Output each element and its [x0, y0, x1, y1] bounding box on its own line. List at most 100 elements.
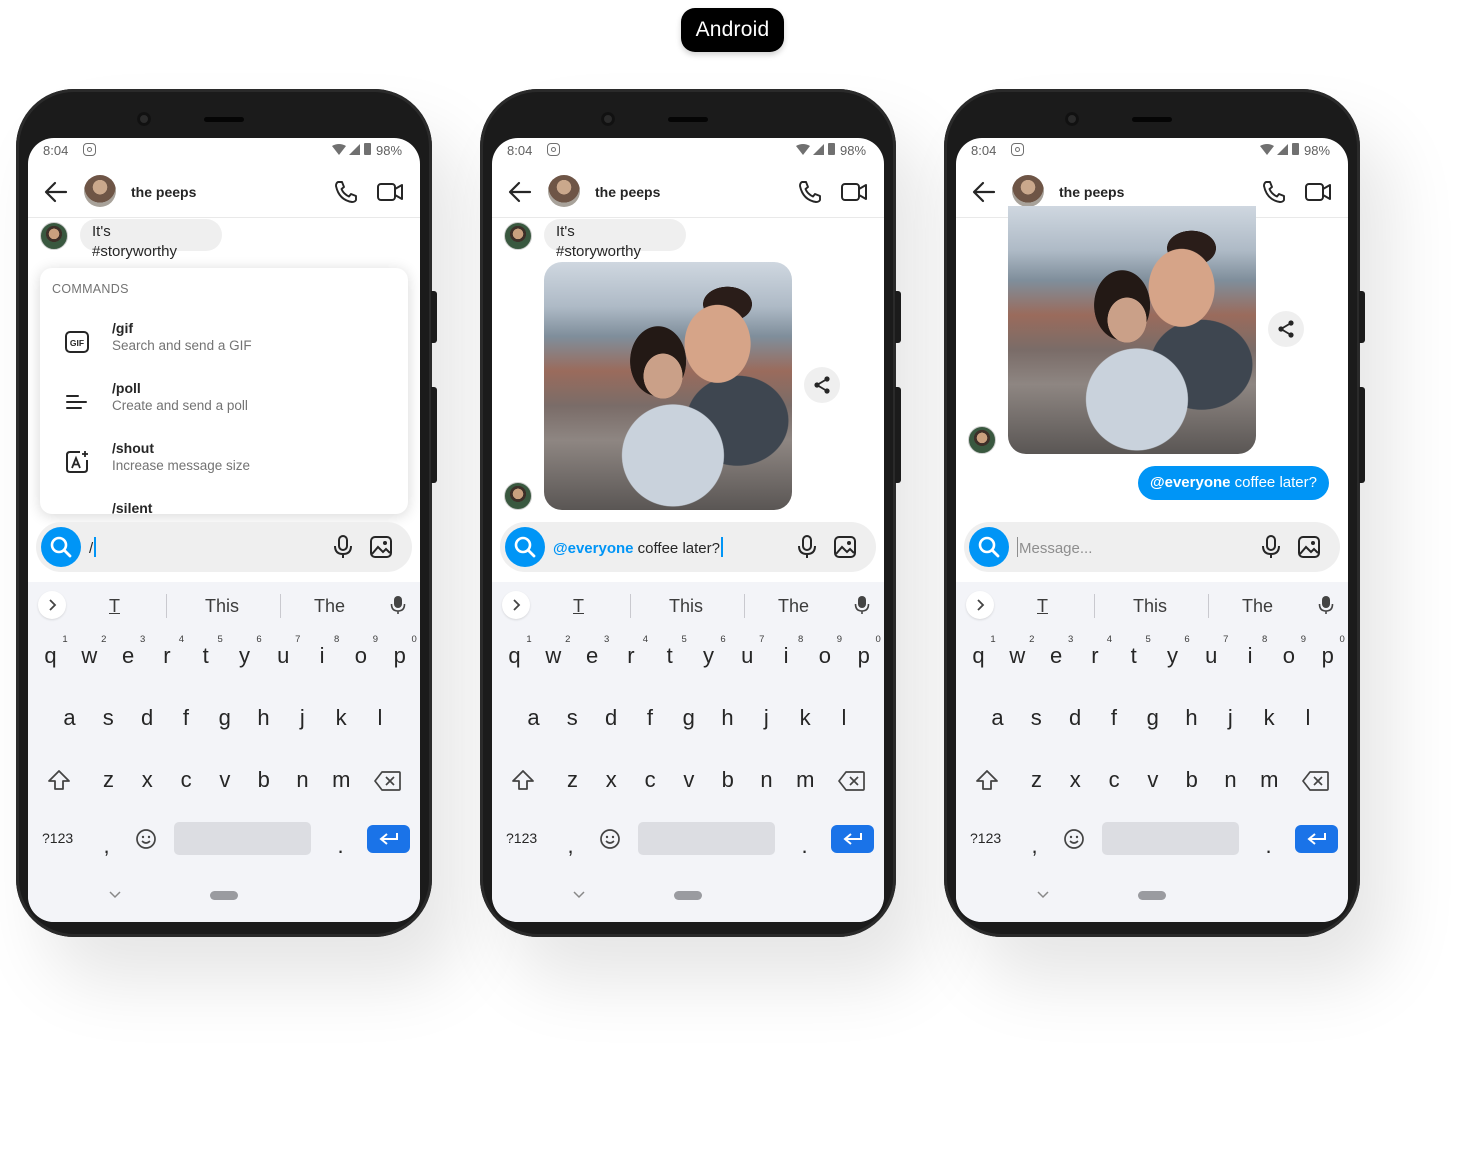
shared-photo[interactable] — [1008, 206, 1256, 454]
key-m[interactable]: m — [1250, 766, 1289, 794]
key-h[interactable]: h — [708, 704, 747, 732]
shift-icon[interactable] — [47, 768, 71, 792]
symbols-key[interactable]: ?123 — [970, 830, 1001, 846]
key-i[interactable]: i — [1231, 642, 1270, 670]
hide-keyboard-icon[interactable] — [573, 891, 585, 899]
keyboard-expand-button[interactable] — [966, 591, 994, 619]
key-q[interactable]: q — [31, 642, 70, 670]
phone-call-icon[interactable] — [797, 179, 823, 205]
key-l[interactable]: l — [824, 704, 863, 732]
microphone-icon[interactable] — [795, 534, 819, 560]
key-c[interactable]: c — [167, 766, 206, 794]
shift-icon[interactable] — [975, 768, 999, 792]
period-key[interactable]: . — [785, 832, 824, 860]
shift-icon[interactable] — [511, 768, 535, 792]
incoming-message[interactable]: It's #storyworthy — [544, 219, 686, 260]
search-button[interactable] — [41, 527, 81, 567]
space-key[interactable] — [638, 822, 775, 855]
command-shout[interactable]: /shout Increase message size — [40, 436, 408, 492]
key-p[interactable]: p — [380, 642, 419, 670]
key-x[interactable]: x — [1056, 766, 1095, 794]
emoji-icon[interactable] — [1063, 828, 1085, 850]
sender-avatar[interactable] — [504, 482, 532, 510]
key-q[interactable]: q — [495, 642, 534, 670]
key-h[interactable]: h — [244, 704, 283, 732]
voice-input-icon[interactable] — [390, 595, 406, 615]
symbols-key[interactable]: ?123 — [506, 830, 537, 846]
key-z[interactable]: z — [1017, 766, 1056, 794]
key-o[interactable]: o — [1269, 642, 1308, 670]
back-arrow-icon[interactable] — [970, 178, 998, 206]
key-m[interactable]: m — [786, 766, 825, 794]
home-gesture-bar[interactable] — [674, 891, 702, 900]
key-z[interactable]: z — [89, 766, 128, 794]
message-input[interactable]: Message... — [1017, 537, 1092, 557]
keyboard-expand-button[interactable] — [38, 591, 66, 619]
message-composer[interactable]: / — [36, 522, 412, 572]
key-p[interactable]: p — [844, 642, 883, 670]
emoji-icon[interactable] — [599, 828, 621, 850]
back-arrow-icon[interactable] — [506, 178, 534, 206]
symbols-key[interactable]: ?123 — [42, 830, 73, 846]
message-composer[interactable]: Message... — [964, 522, 1340, 572]
suggestion[interactable]: This — [1133, 596, 1167, 617]
period-key[interactable]: . — [1249, 832, 1288, 860]
phone-call-icon[interactable] — [1261, 179, 1287, 205]
back-arrow-icon[interactable] — [42, 178, 70, 206]
suggestion[interactable]: T — [1037, 596, 1048, 617]
key-g[interactable]: g — [669, 704, 708, 732]
key-f[interactable]: f — [630, 704, 669, 732]
key-o[interactable]: o — [341, 642, 380, 670]
key-w[interactable]: w — [534, 642, 573, 670]
key-r[interactable]: r — [1075, 642, 1114, 670]
key-f[interactable]: f — [166, 704, 205, 732]
comma-key[interactable]: , — [87, 832, 126, 860]
period-key[interactable]: . — [321, 832, 360, 860]
key-o[interactable]: o — [805, 642, 844, 670]
video-call-icon[interactable] — [840, 179, 868, 205]
key-e[interactable]: e — [1037, 642, 1076, 670]
key-u[interactable]: u — [1192, 642, 1231, 670]
key-e[interactable]: e — [109, 642, 148, 670]
key-e[interactable]: e — [573, 642, 612, 670]
key-d[interactable]: d — [1056, 704, 1095, 732]
suggestion[interactable]: T — [573, 596, 584, 617]
key-d[interactable]: d — [592, 704, 631, 732]
suggestion[interactable]: T — [109, 596, 120, 617]
key-r[interactable]: r — [147, 642, 186, 670]
key-n[interactable]: n — [1211, 766, 1250, 794]
suggestion[interactable]: The — [314, 596, 345, 617]
key-a[interactable]: a — [514, 704, 553, 732]
phone-call-icon[interactable] — [333, 179, 359, 205]
key-s[interactable]: s — [1017, 704, 1056, 732]
command-poll[interactable]: /poll Create and send a poll — [40, 376, 408, 432]
emoji-icon[interactable] — [135, 828, 157, 850]
gallery-icon[interactable] — [1297, 535, 1321, 559]
key-k[interactable]: k — [1250, 704, 1289, 732]
microphone-icon[interactable] — [1259, 534, 1283, 560]
backspace-icon[interactable] — [1302, 770, 1330, 792]
key-t[interactable]: t — [650, 642, 689, 670]
key-n[interactable]: n — [747, 766, 786, 794]
key-p[interactable]: p — [1308, 642, 1347, 670]
key-x[interactable]: x — [128, 766, 167, 794]
key-k[interactable]: k — [786, 704, 825, 732]
key-u[interactable]: u — [728, 642, 767, 670]
key-c[interactable]: c — [631, 766, 670, 794]
key-v[interactable]: v — [205, 766, 244, 794]
hide-keyboard-icon[interactable] — [1037, 891, 1049, 899]
key-y[interactable]: y — [689, 642, 728, 670]
comma-key[interactable]: , — [551, 832, 590, 860]
sender-avatar[interactable] — [40, 222, 68, 250]
video-call-icon[interactable] — [1304, 179, 1332, 205]
shared-photo[interactable] — [544, 262, 792, 510]
key-a[interactable]: a — [50, 704, 89, 732]
key-v[interactable]: v — [1133, 766, 1172, 794]
key-a[interactable]: a — [978, 704, 1017, 732]
key-l[interactable]: l — [360, 704, 399, 732]
home-gesture-bar[interactable] — [1138, 891, 1166, 900]
backspace-icon[interactable] — [838, 770, 866, 792]
enter-key[interactable] — [367, 825, 410, 853]
home-gesture-bar[interactable] — [210, 891, 238, 900]
key-d[interactable]: d — [128, 704, 167, 732]
